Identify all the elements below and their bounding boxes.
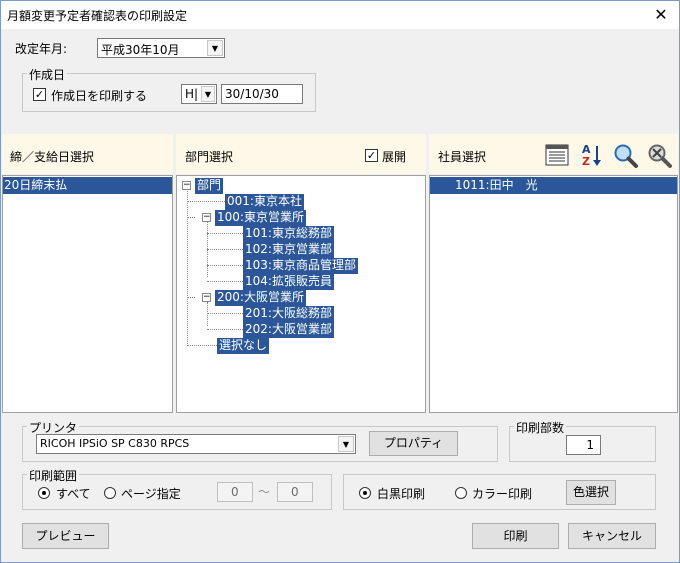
employee-panel-header: 社員選択 A Z [429,134,678,174]
tree-node-202[interactable]: 202:大阪営業部 [243,322,334,338]
range-all-radio[interactable] [38,487,50,499]
range-page-label: ページ指定 [121,487,181,501]
dept-panel-title: 部門選択 [185,150,234,164]
tree-node-201[interactable]: 201:大阪総務部 [243,306,334,322]
list-item[interactable]: 1011:田中 光 [430,177,677,194]
mono-print-label: 白黒印刷 [377,487,426,501]
tree-node-001[interactable]: 001:東京本社 [225,194,304,210]
chevron-down-icon[interactable]: ▼ [207,40,223,56]
page-range-separator: ～ [258,485,271,499]
sort-az-icon[interactable]: A Z [581,142,603,168]
page-to-input[interactable]: 0 [277,482,313,502]
date-value: 30/10/30 [225,87,279,101]
revision-select[interactable]: 平成30年10月 ▼ [97,38,225,58]
collapse-icon[interactable]: − [202,213,211,222]
tree-node-none[interactable]: 選択なし [217,338,270,354]
employee-list[interactable]: 1011:田中 光 [429,175,678,413]
page-from-input[interactable]: 0 [217,482,253,502]
employee-panel-title: 社員選択 [438,150,487,164]
printer-value: RICOH IPSiO SP C830 RPCS [40,437,190,450]
color-print-label: カラー印刷 [472,487,533,501]
closing-panel-title: 締／支給日選択 [10,150,95,164]
chevron-down-icon[interactable]: ▼ [201,86,215,102]
list-item[interactable]: 20日締末払 [3,177,172,194]
preview-button[interactable]: プレビュー [22,523,109,549]
mono-print-radio[interactable] [359,487,371,499]
era-select[interactable]: H| ▼ [181,84,217,104]
cancel-button[interactable]: キャンセル [568,523,656,549]
tree-node-103[interactable]: 103:東京商品管理部 [243,258,358,274]
svg-text:Z: Z [582,155,590,168]
color-select-button[interactable]: 色選択 [566,480,616,505]
print-date-checkbox[interactable]: ✓ [33,88,46,101]
page-to-value: 0 [291,485,299,499]
tree-node-root[interactable]: 部門 [195,178,224,194]
clear-search-icon[interactable] [647,143,673,169]
tree-node-200[interactable]: 200:大阪営業所 [215,290,306,306]
dept-tree[interactable]: − 部門 001:東京本社 − 100:東京営業所 101:東京総務部 102:… [176,175,426,413]
collapse-icon[interactable]: − [182,181,191,190]
copies-value: 1 [586,438,594,452]
page-from-value: 0 [231,485,239,499]
range-group-label: 印刷範囲 [27,467,80,484]
window-title: 月額変更予定者確認表の印刷設定 [7,9,188,23]
search-icon[interactable] [613,143,639,169]
revision-value: 平成30年10月 [101,43,180,57]
print-date-label: 作成日を印刷する [51,89,148,103]
tree-node-100[interactable]: 100:東京営業所 [215,210,306,226]
title-bar: 月額変更予定者確認表の印刷設定 ✕ [1,1,679,29]
color-print-radio[interactable] [455,487,467,499]
copies-group-label: 印刷部数 [514,419,567,436]
tree-node-101[interactable]: 101:東京総務部 [243,226,334,242]
tree-node-102[interactable]: 102:東京営業部 [243,242,334,258]
print-button[interactable]: 印刷 [472,523,559,549]
expand-checkbox[interactable]: ✓ [365,149,378,162]
expand-label: 展開 [382,150,407,164]
collapse-icon[interactable]: − [202,293,211,302]
printer-select[interactable]: RICOH IPSiO SP C830 RPCS ▼ [36,434,356,454]
dept-panel-header: 部門選択 ✓ 展開 [176,134,426,174]
era-value: H| [185,87,199,101]
chevron-down-icon[interactable]: ▼ [338,436,354,452]
closing-panel-header: 締／支給日選択 [2,134,173,174]
date-input[interactable]: 30/10/30 [221,84,303,104]
range-page-radio[interactable] [104,487,116,499]
properties-button[interactable]: プロパティ [369,431,458,456]
tree-node-104[interactable]: 104:拡張販売員 [243,274,334,290]
close-button[interactable]: ✕ [651,5,671,25]
range-all-label: すべて [56,487,91,501]
revision-label: 改定年月: [15,42,68,56]
created-date-group-label: 作成日 [27,66,68,83]
copies-input[interactable]: 1 [566,435,601,455]
closing-list[interactable]: 20日締末払 [2,175,173,413]
list-icon[interactable] [545,144,569,166]
